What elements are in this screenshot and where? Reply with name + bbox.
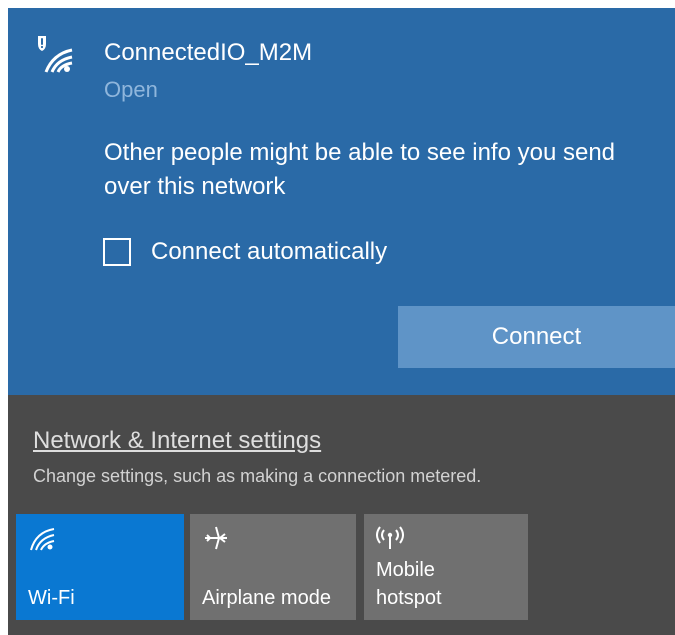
open-network-warning: Other people might be able to see info y… — [104, 139, 616, 200]
network-internet-settings-link[interactable]: Network & Internet settings — [33, 426, 321, 456]
network-name: ConnectedIO_M2M — [104, 39, 313, 66]
open-wifi-shield-icon — [32, 30, 76, 74]
wifi-label: Wi-Fi — [28, 587, 75, 609]
connect-automatically-checkbox[interactable] — [103, 238, 131, 266]
connect-automatically-option[interactable]: Connect automatically — [103, 232, 387, 272]
network-settings-description: Change settings, such as making a connec… — [33, 466, 482, 486]
airplane-icon — [202, 524, 230, 552]
connect-automatically-label: Connect automatically — [151, 238, 388, 265]
network-security-status: Open — [104, 77, 158, 102]
mobile-hotspot-label-line-2: hotspot — [376, 587, 442, 609]
connect-button[interactable]: Connect — [398, 306, 675, 368]
hotspot-icon — [376, 524, 404, 552]
wifi-icon — [28, 524, 56, 552]
mobile-hotspot-label: Mobile hotspot — [376, 556, 442, 612]
mobile-hotspot-quick-action[interactable]: Mobile hotspot — [364, 514, 528, 620]
mobile-hotspot-label-line-1: Mobile — [376, 559, 435, 581]
airplane-mode-quick-action[interactable]: Airplane mode — [190, 514, 356, 620]
selected-network-card[interactable]: ConnectedIO_M2M Open Other people might … — [8, 8, 675, 395]
network-flyout: ConnectedIO_M2M Open Other people might … — [8, 8, 675, 635]
wifi-quick-action[interactable]: Wi-Fi — [16, 514, 184, 620]
airplane-mode-label: Airplane mode — [202, 587, 331, 609]
